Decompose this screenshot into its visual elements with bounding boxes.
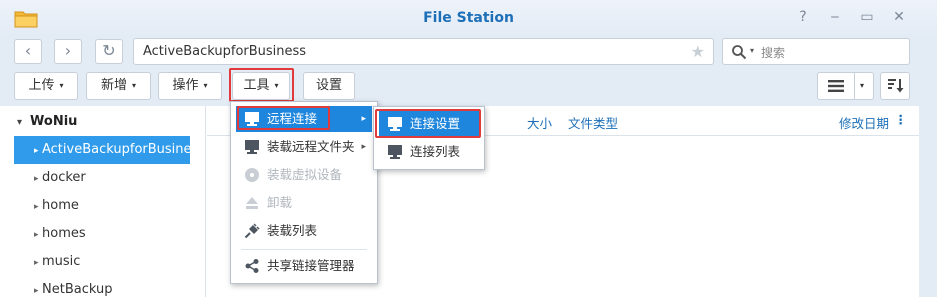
tree-root-label: WoNiu <box>30 114 78 129</box>
menu-item-label: 装载远程文件夹 <box>267 139 355 154</box>
maximize-icon[interactable]: ▭ <box>858 8 876 26</box>
menu-item-label: 连接列表 <box>410 144 461 159</box>
create-label: 新增 <box>100 78 127 93</box>
column-type[interactable]: 文件类型 <box>568 113 618 132</box>
tree-item-label: home <box>42 198 79 213</box>
tree-item-label: ActiveBackupforBusiness <box>42 142 190 157</box>
plug-icon <box>244 223 260 239</box>
column-modified[interactable]: 修改日期 <box>839 113 889 132</box>
search-input[interactable]: ▾ 搜索 <box>722 38 910 65</box>
menu-item-unmount[interactable]: 卸载 <box>236 190 372 216</box>
chevron-down-icon[interactable]: ▾ <box>17 117 22 128</box>
upload-label: 上传 <box>28 78 55 93</box>
tree-item-activebackupforbusiness[interactable]: ▸ ActiveBackupforBusiness <box>14 136 190 164</box>
chevron-right-icon[interactable]: ▸ <box>14 249 39 276</box>
tree-item-music[interactable]: ▸ music <box>14 248 190 276</box>
action-label: 操作 <box>172 78 199 93</box>
tools-highlight-box <box>229 68 294 102</box>
path-text: ActiveBackupforBusiness <box>143 44 307 59</box>
tree-item-netbackup[interactable]: ▸ NetBackup <box>14 276 190 297</box>
chevron-right-icon[interactable]: ▸ <box>14 193 39 220</box>
refresh-icon: ↻ <box>102 41 116 60</box>
connection-settings-highlight-box <box>375 109 481 138</box>
tree-item-label: NetBackup <box>42 282 113 297</box>
chevron-right-icon[interactable]: ▸ <box>14 165 39 192</box>
chevron-right-icon[interactable]: ▸ <box>14 221 39 248</box>
column-size[interactable]: 大小 <box>527 113 552 132</box>
search-placeholder: 搜索 <box>761 46 786 60</box>
navigation-bar: ‹ › ↻ ActiveBackupforBusiness ★ ▾ 搜索 <box>0 36 937 66</box>
eject-icon <box>246 197 258 209</box>
chevron-right-icon: ▸ <box>361 142 366 152</box>
menu-item-mount-remote-folder[interactable]: 装载远程文件夹 ▸ <box>236 134 372 160</box>
sort-button[interactable] <box>880 72 910 100</box>
share-icon <box>245 259 259 273</box>
chevron-down-icon: ▾ <box>59 81 64 90</box>
menu-item-label: 装载虚拟设备 <box>267 167 343 182</box>
remote-connection-highlight-box <box>237 106 330 130</box>
chevron-right-icon: › <box>64 41 72 60</box>
back-button[interactable]: ‹ <box>14 39 42 64</box>
chevron-down-icon: ▾ <box>860 81 865 90</box>
scrollbar-track[interactable] <box>919 106 937 297</box>
menu-item-label: 卸载 <box>267 195 293 210</box>
tree-item-label: docker <box>42 170 86 185</box>
search-caret-icon[interactable]: ▾ <box>750 46 754 55</box>
virtual-drive-icon <box>245 168 259 182</box>
tree-item-homes[interactable]: ▸ homes <box>14 220 190 248</box>
menu-item-share-link-manager[interactable]: 共享链接管理器 <box>236 253 372 279</box>
chevron-right-icon[interactable]: ▸ <box>14 137 39 164</box>
settings-label: 设置 <box>315 78 342 93</box>
chevron-right-icon[interactable]: ▸ <box>14 277 39 297</box>
menu-item-label: 共享链接管理器 <box>267 258 355 273</box>
sort-icon <box>888 79 904 93</box>
star-icon[interactable]: ★ <box>691 42 705 61</box>
menu-divider <box>241 249 367 250</box>
mount-remote-folder-icon <box>245 140 259 154</box>
upload-button[interactable]: 上传 ▾ <box>14 72 78 100</box>
chevron-down-icon: ▾ <box>132 81 137 90</box>
view-mode-button[interactable]: ▾ <box>817 72 874 100</box>
menu-item-label: 装载列表 <box>267 223 318 238</box>
menu-item-mount-virtual-drive[interactable]: 装载虚拟设备 <box>236 162 372 188</box>
tree-item-label: music <box>42 254 81 269</box>
view-mode-divider <box>854 73 855 99</box>
path-field[interactable]: ActiveBackupforBusiness ★ <box>133 38 714 65</box>
tree-item-docker[interactable]: ▸ docker <box>14 164 190 192</box>
tree-item-label: homes <box>42 226 86 241</box>
folder-tree: ▾ WoNiu ▸ ActiveBackupforBusiness ▸ docker … <box>0 106 206 297</box>
column-menu-icon[interactable]: ⋮ <box>895 112 908 127</box>
action-button[interactable]: 操作 ▾ <box>158 72 222 100</box>
tree-item-home[interactable]: ▸ home <box>14 192 190 220</box>
search-icon <box>732 45 747 60</box>
tree-root[interactable]: ▾ WoNiu <box>17 114 77 129</box>
forward-button[interactable]: › <box>54 39 82 64</box>
refresh-button[interactable]: ↻ <box>95 39 123 64</box>
minimize-icon[interactable]: ‒ <box>826 8 844 26</box>
help-icon[interactable]: ? <box>794 8 812 26</box>
settings-button[interactable]: 设置 <box>303 72 355 100</box>
close-icon[interactable]: ✕ <box>890 8 908 26</box>
menu-item-connection-list[interactable]: 连接列表 <box>379 139 479 165</box>
menu-item-mount-list[interactable]: 装载列表 <box>236 218 372 244</box>
toolbar: 上传 ▾ 新增 ▾ 操作 ▾ 工具 ▾ 设置 ▾ <box>0 66 937 106</box>
chevron-down-icon: ▾ <box>203 81 208 90</box>
chevron-left-icon: ‹ <box>24 41 32 60</box>
title-bar: File Station ? ‒ ▭ ✕ <box>0 0 937 36</box>
list-view-icon <box>828 80 844 92</box>
chevron-right-icon: ▸ <box>361 114 366 124</box>
connection-list-icon <box>388 145 402 159</box>
create-button[interactable]: 新增 ▾ <box>86 72 151 100</box>
